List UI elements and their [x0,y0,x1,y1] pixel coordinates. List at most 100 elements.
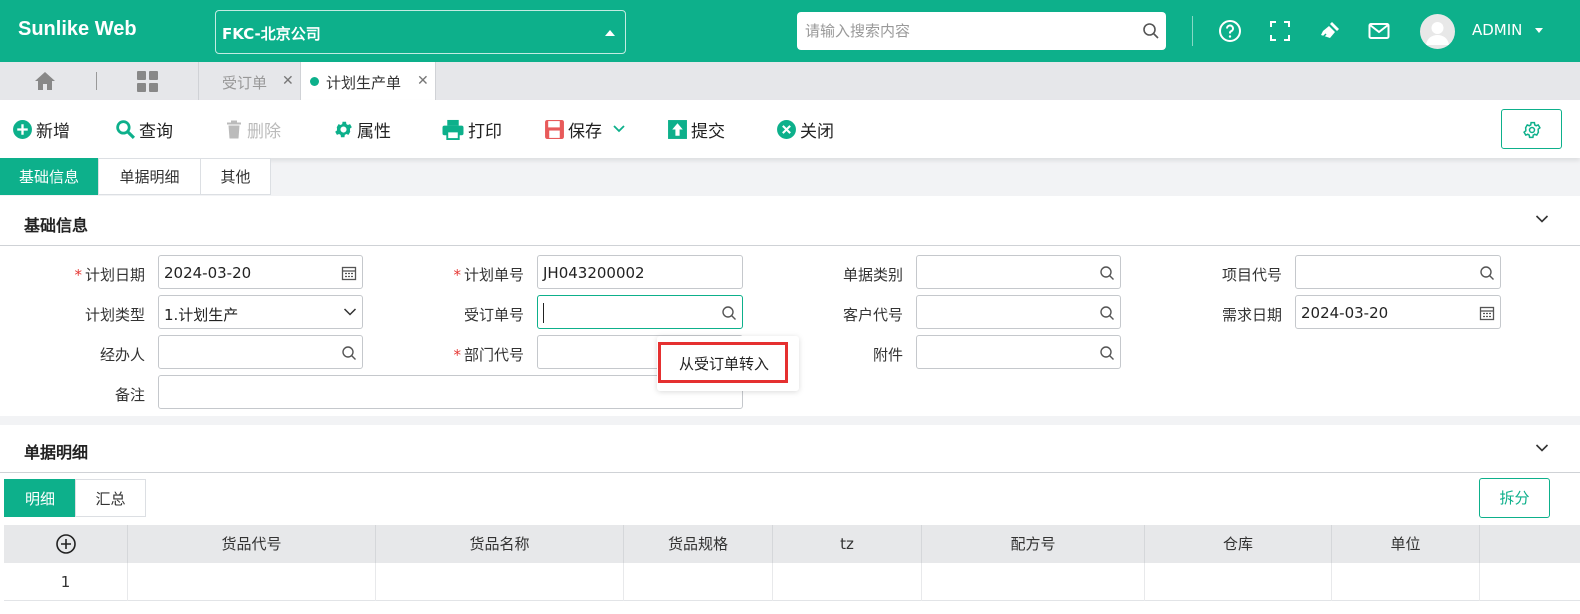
tab-doc-detail[interactable]: 单据明细 [98,158,201,195]
divider [96,72,97,90]
tab-basic-info[interactable]: 基础信息 [0,158,98,195]
project-code-label: 项目代号 [1221,266,1282,284]
plan-type-label: 计划类型 [84,306,145,324]
help-icon[interactable] [1218,19,1242,43]
split-button[interactable]: 拆分 [1479,478,1550,518]
customer-code-field[interactable] [916,295,1121,329]
plan-no-value: JH043200002 [543,264,645,282]
column-header[interactable]: 货品规格 [624,525,773,563]
delete-button[interactable]: 删除 [224,118,281,142]
tab-order[interactable]: 受订单 ✕ [199,62,300,100]
column-header[interactable]: 货品名称 [376,525,624,563]
table-cell[interactable] [1480,563,1580,601]
home-icon[interactable] [34,71,56,91]
tab-summary[interactable]: 汇总 [75,479,146,517]
order-no-label: 受订单号 [463,306,524,324]
import-from-order-option[interactable]: 从受订单转入 [679,353,769,374]
calendar-icon[interactable] [341,265,357,281]
top-bar: Sunlike Web FKC-北京公司 ADMIN [0,0,1580,62]
project-code-field[interactable] [1295,255,1501,289]
column-header[interactable]: 仓库 [1145,525,1332,563]
query-button[interactable]: 查询 [115,118,173,142]
table-cell[interactable] [922,563,1145,601]
print-button[interactable]: 打印 [441,118,502,142]
table-row[interactable]: 1 [4,563,1580,601]
search-icon[interactable] [341,345,357,361]
demand-date-field[interactable]: 2024-03-20 [1295,295,1501,329]
table-cell[interactable] [1145,563,1332,601]
close-icon[interactable]: ✕ [282,73,294,89]
submit-label: 提交 [691,121,725,142]
plan-type-select[interactable]: 1.计划生产 [158,295,363,329]
column-header[interactable]: 货品代号 [128,525,376,563]
close-label: 关闭 [800,121,834,142]
text-cursor [543,303,544,323]
table-cell[interactable] [624,563,773,601]
chevron-down-icon[interactable] [1535,214,1549,224]
search-input[interactable] [797,12,1127,50]
remark-label: 备注 [114,386,145,404]
settings-button[interactable] [1501,109,1562,149]
user-name[interactable]: ADMIN [1472,21,1522,39]
column-header[interactable]: 配方号 [922,525,1145,563]
caret-up-icon [605,30,615,36]
submit-button[interactable]: 提交 [667,118,725,142]
save-button[interactable]: 保存 [544,118,629,142]
plan-no-label: * 计划单号 [453,266,524,284]
order-no-field[interactable] [537,295,743,329]
add-circle-icon [55,534,76,554]
demand-date-label: 需求日期 [1221,306,1282,324]
new-label: 新增 [36,121,70,142]
clear-cache-icon[interactable] [1318,19,1342,43]
chevron-down-icon[interactable] [343,307,357,317]
tab-other[interactable]: 其他 [200,158,271,195]
search-icon[interactable] [1479,265,1495,281]
toolbar: 新增 查询 删除 属性 打印 保存 提交 关闭 [0,100,1580,158]
handler-field[interactable] [158,335,363,369]
column-header[interactable] [1480,525,1580,563]
tab-detail[interactable]: 明细 [4,479,76,517]
column-header[interactable]: tz [773,525,922,563]
column-header[interactable]: 单位 [1332,525,1480,563]
grid-header: 货品代号 货品名称 货品规格 tz 配方号 仓库 单位 [4,525,1580,563]
search-icon[interactable] [1099,265,1115,281]
attachment-field[interactable] [916,335,1121,369]
search-icon[interactable] [1142,22,1160,40]
tab-plan-production[interactable]: 计划生产单 ✕ [300,62,436,100]
close-circle-icon [777,119,796,139]
tab-label: 受订单 [222,74,268,92]
search-icon[interactable] [1099,345,1115,361]
attachment-label: 附件 [872,346,903,364]
plan-date-field[interactable]: 2024-03-20 [158,255,363,289]
print-label: 打印 [468,121,502,142]
close-button[interactable]: 关闭 [776,118,834,142]
chevron-down-icon[interactable] [1535,28,1543,33]
avatar[interactable] [1420,14,1455,49]
table-cell[interactable] [1332,563,1480,601]
search-icon [116,119,136,139]
plan-no-field[interactable]: JH043200002 [537,255,743,289]
table-cell[interactable] [376,563,624,601]
search-icon[interactable] [721,305,737,321]
properties-label: 属性 [357,121,391,142]
table-cell[interactable] [773,563,922,601]
chevron-down-icon[interactable] [1535,443,1549,453]
global-search [797,12,1166,50]
new-button[interactable]: 新增 [12,118,70,142]
query-label: 查询 [139,121,173,142]
calendar-icon[interactable] [1479,305,1495,321]
doc-category-label: 单据类别 [842,266,903,284]
company-select[interactable]: FKC-北京公司 [215,10,626,54]
close-icon[interactable]: ✕ [417,73,429,89]
remark-field[interactable] [158,375,743,409]
search-icon[interactable] [1099,305,1115,321]
apps-grid-icon[interactable] [137,71,158,92]
gear-icon [1523,121,1541,139]
table-cell[interactable] [128,563,376,601]
mail-icon[interactable] [1367,19,1391,43]
fullscreen-icon[interactable] [1268,19,1292,43]
doc-category-field[interactable] [916,255,1121,289]
brand-logo: Sunlike Web [18,18,137,40]
section-title: 基础信息 [24,216,89,235]
properties-button[interactable]: 属性 [333,118,391,142]
